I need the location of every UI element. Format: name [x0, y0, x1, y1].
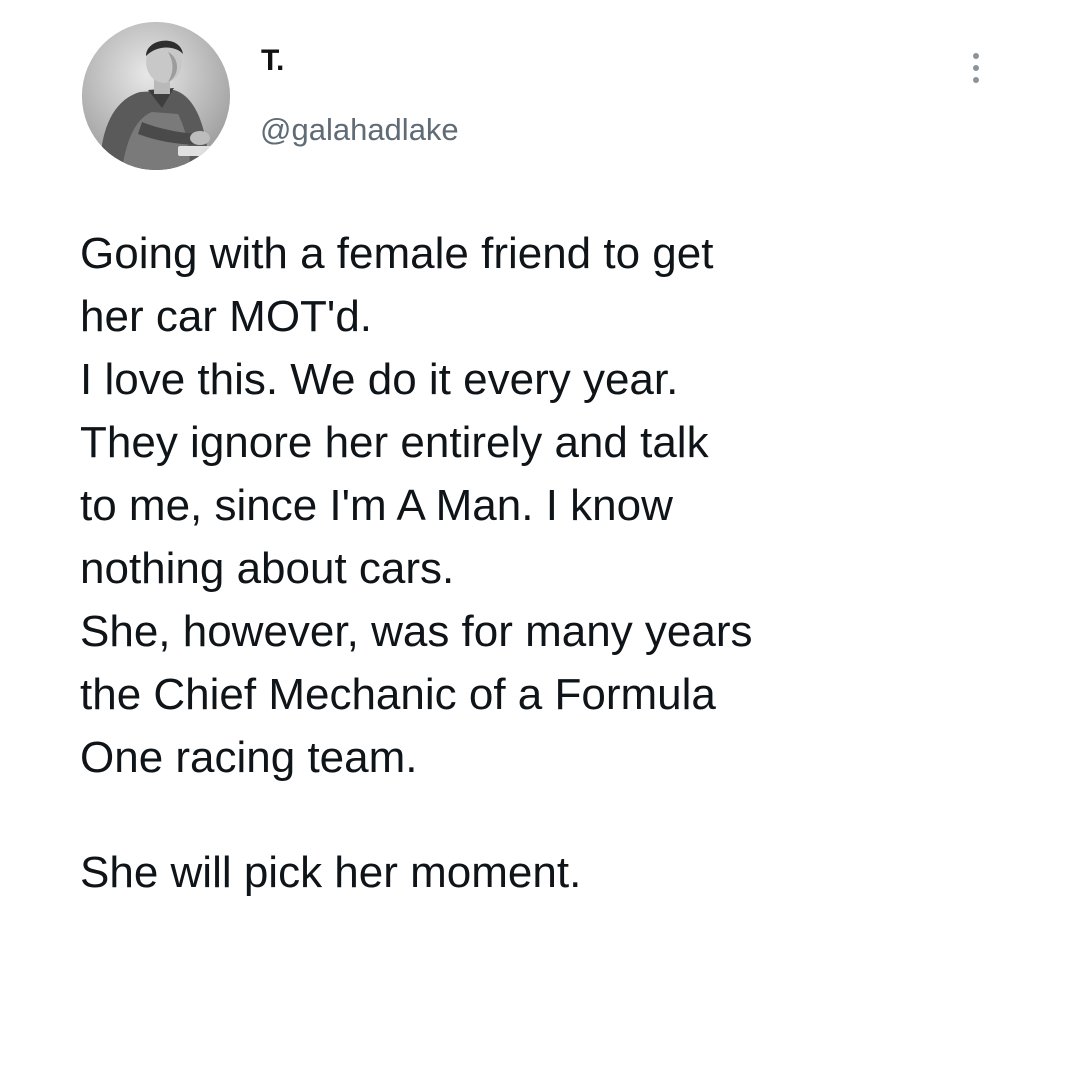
more-vertical-icon-dot: [973, 65, 979, 71]
tweet-text-line: to me, since I'm A Man. I know: [80, 481, 673, 530]
tweet-text-line: Going with a female friend to get: [80, 229, 714, 278]
more-options-button[interactable]: [962, 48, 990, 88]
author-handle[interactable]: @galahadlake: [260, 114, 459, 145]
paragraph-break: [80, 789, 1040, 841]
tweet-card: T. @galahadlake Going with a female frie…: [0, 0, 1080, 1080]
tweet-text-line: She, however, was for many years: [80, 607, 753, 656]
tweet-text-line: I love this. We do it every year.: [80, 355, 679, 404]
tweet-text-line: She will pick her moment.: [80, 848, 582, 897]
more-vertical-icon: [973, 53, 979, 59]
tweet-text: Going with a female friend to get her ca…: [80, 222, 1040, 904]
more-vertical-icon-dot: [973, 77, 979, 83]
tweet-text-line: They ignore her entirely and talk: [80, 418, 709, 467]
tweet-text-line: One racing team.: [80, 733, 418, 782]
tweet-text-line: her car MOT'd.: [80, 292, 373, 341]
avatar[interactable]: [82, 22, 230, 170]
tweet-text-line: the Chief Mechanic of a Formula: [80, 670, 716, 719]
avatar-photo-icon: [82, 22, 230, 170]
author-display-name[interactable]: T.: [261, 46, 284, 76]
tweet-text-line: nothing about cars.: [80, 544, 455, 593]
